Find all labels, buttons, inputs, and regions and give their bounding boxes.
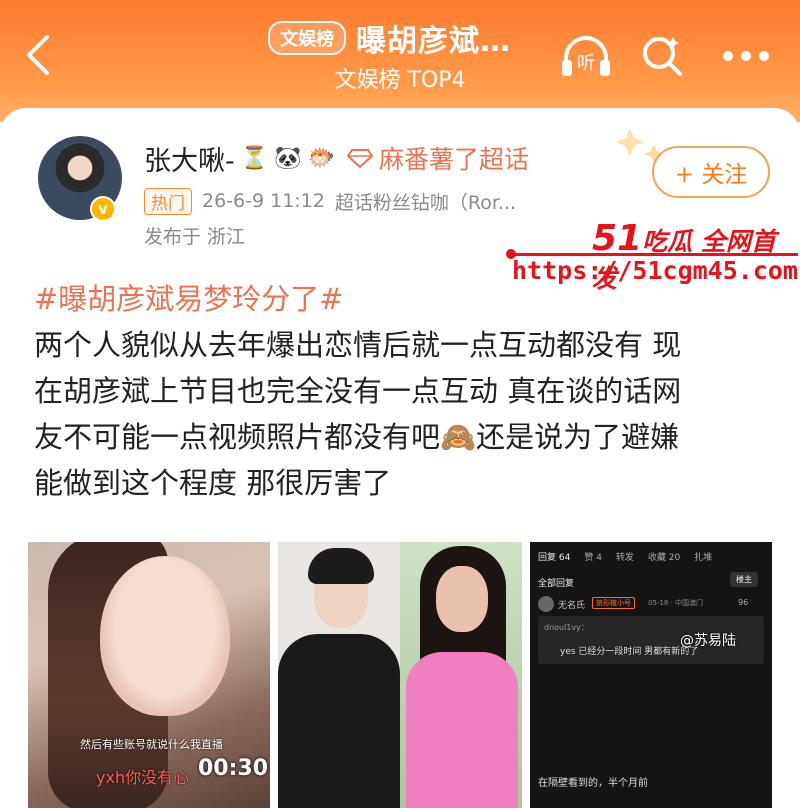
tab-likes: 赞 4 <box>584 553 602 563</box>
video-timer: 00:30 <box>198 756 269 781</box>
man-hair-shape <box>308 548 374 584</box>
comment-likes: 96 <box>738 598 749 607</box>
tab-favorites: 收藏 20 <box>647 553 681 563</box>
search-button[interactable] <box>634 30 690 82</box>
diamond-icon <box>346 149 373 168</box>
hot-badge: 热门 <box>144 187 192 215</box>
post-source: 超话粉丝钻咖（Ror... <box>334 191 517 214</box>
reply-text: yes 已经分一段时间 男都有新的了 <box>560 647 699 657</box>
video-subtitle: 然后有些账号就说什么我直播 <box>80 738 223 751</box>
super-topic-link[interactable]: 麻番薯了超话 <box>379 140 529 176</box>
post-image-3[interactable]: 回复 64 赞 4 转发 收藏 20 扎堆 全部回复 楼主 无名氏 旅形植小号 … <box>530 542 772 808</box>
post-meta-row: 热门 26-6-9 11:12 超话粉丝钻咖（Ror... <box>144 186 516 216</box>
floor-badge: 楼主 <box>730 572 758 587</box>
image-face-shape <box>100 556 230 716</box>
post-image-2[interactable] <box>278 542 522 808</box>
video-caption: yxh你没有心 <box>96 768 190 787</box>
verified-badge-icon: v <box>90 196 116 222</box>
follow-button[interactable]: + 关注 <box>652 146 770 198</box>
reply-user: dnoul1vy： <box>544 623 589 632</box>
post-location: 发布于 浙江 <box>144 226 246 248</box>
tab-replies: 回复 64 <box>538 553 571 563</box>
post-line: 两个人貌似从去年爆出恋情后就一点互动都没有 现 <box>34 328 682 362</box>
ranking-tag[interactable]: 文娱榜 <box>268 21 346 55</box>
username[interactable]: 张大啾- <box>144 139 235 178</box>
post-line: 能做到这个程度 那很厉害了 <box>34 466 392 500</box>
header-title-row: 文娱榜 曝胡彦斌… <box>268 18 511 59</box>
comment-date: 05-18 · 中国澳门 <box>648 599 704 607</box>
commenter-badge: 旅形植小号 <box>592 597 635 609</box>
page-title: 曝胡彦斌… <box>356 24 511 59</box>
headphones-icon: 听 <box>562 36 610 76</box>
woman-body-shape <box>406 652 518 808</box>
post-body: 两个人貌似从去年爆出恋情后就一点互动都没有 现 在胡彦斌上节目也完全没有一点互动… <box>34 322 774 506</box>
panda-icon: 🐼 <box>274 145 302 171</box>
woman-head-shape <box>436 566 488 632</box>
hourglass-icon: ⏳ <box>240 145 269 171</box>
image-man <box>278 542 400 808</box>
commenter-avatar <box>538 596 554 612</box>
tab-reposts: 转发 <box>615 553 634 563</box>
commenter-name: 无名氏 <box>558 601 586 611</box>
post-line: 友不可能一点视频照片都没有吧🙈还是说为了避嫌 <box>34 420 680 454</box>
bottom-comment: 在隔壁看到的，半个月前 <box>538 778 648 789</box>
more-dots-icon <box>723 51 769 61</box>
image-watermark: @苏易陆 <box>680 633 736 649</box>
more-button[interactable] <box>718 30 774 82</box>
post-image-1[interactable]: 然后有些账号就说什么我直播 yxh你没有心 00:30 <box>28 542 270 808</box>
all-replies-label: 全部回复 <box>538 579 575 589</box>
comment-tabs: 回复 64 赞 4 转发 收藏 20 扎堆 <box>538 550 712 563</box>
watermark-url: https://51cgm45.com <box>512 256 798 285</box>
man-body-shape <box>278 634 400 808</box>
listen-button[interactable]: 听 <box>558 30 614 82</box>
post-line: 在胡彦斌上节目也完全没有一点互动 真在谈的话网 <box>34 374 682 408</box>
image-woman <box>400 542 522 808</box>
tab-other: 扎堆 <box>694 553 713 563</box>
pufferfish-icon: 🐡 <box>307 145 335 171</box>
author-row: 张大啾- ⏳ 🐼 🐡 麻番薯了超话 <box>144 139 529 178</box>
listen-label: 听 <box>577 53 595 74</box>
search-icon <box>643 37 682 76</box>
post-card: v 张大啾- ⏳ 🐼 🐡 麻番薯了超话 热门 26-6-9 11:12 超话粉丝… <box>0 108 800 808</box>
post-time: 26-6-9 11:12 <box>202 190 325 212</box>
hashtag-link[interactable]: #曝胡彦斌易梦玲分了# <box>34 276 344 318</box>
top-header: 文娱榜 曝胡彦斌… 文娱榜 TOP4 听 <box>0 0 800 122</box>
